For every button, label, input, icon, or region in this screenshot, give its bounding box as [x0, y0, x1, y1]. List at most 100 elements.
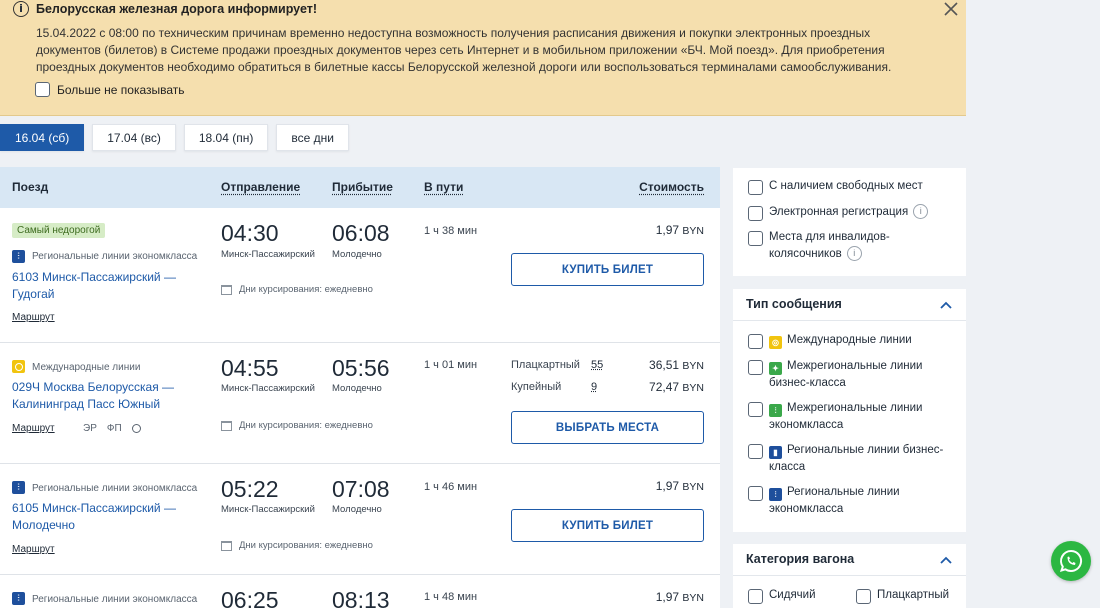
whatsapp-button[interactable]	[1051, 541, 1091, 581]
checkbox[interactable]	[748, 486, 763, 501]
filter-car-seated[interactable]: Сидячий	[748, 589, 816, 604]
checkbox[interactable]	[748, 589, 763, 604]
departure-time: 04:30	[221, 220, 279, 246]
departure-station: Минск-Пассажирский	[221, 383, 315, 394]
train-name-link[interactable]: 6103 Минск-Пассажирский — Гудогай	[12, 269, 202, 303]
running-days-text: Дни курсирования: ежедневно	[239, 420, 373, 431]
route-link[interactable]: Маршрут	[12, 423, 55, 434]
checkbox[interactable]	[35, 82, 50, 97]
travel-duration: 1 ч 48 мин	[424, 591, 478, 603]
calendar-icon	[221, 284, 232, 295]
regional-economy-icon: ⫶	[12, 250, 25, 263]
running-days: Дни курсирования: ежедневно	[221, 284, 373, 295]
notice-banner: i Белорусская железная дорога информируе…	[0, 0, 966, 116]
regional-economy-icon: ⫶	[12, 592, 25, 605]
price-currency: BYN	[682, 592, 704, 604]
table-row: ⫶ Региональные линии экономкласса 6105 М…	[0, 464, 720, 575]
tab-date-16-04[interactable]: 16.04 (сб)	[0, 124, 85, 151]
checkbox[interactable]	[748, 360, 763, 375]
table-header: Поезд Отправление Прибытие В пути Стоимо…	[0, 167, 720, 208]
price-currency: BYN	[682, 225, 704, 237]
regional-economy-icon: ⫶	[12, 481, 25, 494]
clock-icon	[131, 424, 141, 433]
table-row: Самый недорогой ⫶ Региональные линии эко…	[0, 208, 720, 343]
departure-time: 05:22	[221, 476, 279, 502]
dont-show-label: Больше не показывать	[57, 82, 185, 97]
regional-business-icon: ▮	[769, 446, 782, 459]
price-value: 36,51	[649, 358, 680, 372]
header-duration[interactable]: В пути	[424, 180, 463, 194]
tab-all-days[interactable]: все дни	[276, 124, 349, 151]
filter-wheelchair[interactable]: Места для инвалидов-колясочников i	[748, 231, 909, 263]
filter-label: ▮ Региональные линии бизнес-класса	[769, 442, 944, 476]
car-seats-platskart[interactable]: 55	[591, 359, 603, 371]
route-link[interactable]: Маршрут	[12, 544, 55, 555]
close-icon[interactable]	[942, 0, 960, 18]
filter-label: Электронная регистрация i	[769, 204, 929, 221]
filter-regional-economy[interactable]: ⫶ Региональные линии экономкласса	[748, 486, 944, 518]
checkbox[interactable]	[856, 589, 871, 604]
header-arrival[interactable]: Прибытие	[332, 180, 393, 194]
divider	[733, 320, 966, 321]
departure-station: Минск-Пассажирский	[221, 504, 315, 515]
info-icon[interactable]: i	[913, 204, 929, 220]
buy-ticket-button[interactable]: КУПИТЬ БИЛЕТ	[511, 509, 704, 542]
route-link[interactable]: Маршрут	[12, 312, 55, 323]
filter-car-platskart[interactable]: Плацкартный	[856, 589, 949, 604]
filter-interregional-economy[interactable]: ⫶ Межрегиональные линии экономкласса	[748, 402, 944, 434]
checkbox[interactable]	[748, 402, 763, 417]
price-currency: BYN	[682, 360, 704, 372]
train-table: Поезд Отправление Прибытие В пути Стоимо…	[0, 167, 720, 608]
car-type-platskart: Плацкартный	[511, 359, 580, 371]
filter-label: ✦ Межрегиональные линии бизнес-класса	[769, 358, 944, 392]
filter-section-title[interactable]: Тип сообщения	[746, 297, 842, 311]
filter-label: С наличием свободных мест	[769, 180, 923, 192]
chevron-up-icon[interactable]	[940, 556, 952, 564]
table-row: ⫶ Региональные линии экономкласса 06:25 …	[0, 575, 720, 608]
header-price[interactable]: Стоимость	[639, 180, 704, 194]
car-seats-kupe[interactable]: 9	[591, 381, 597, 393]
running-days: Дни курсирования: ежедневно	[221, 420, 373, 431]
filter-regional-business[interactable]: ▮ Региональные линии бизнес-класса	[748, 444, 944, 476]
filter-section-title[interactable]: Категория вагона	[746, 552, 854, 566]
filter-label: ◎ Международные линии	[769, 332, 912, 349]
checkbox[interactable]	[748, 334, 763, 349]
price-value: 72,47	[649, 380, 680, 394]
date-tabs: 16.04 (сб) 17.04 (вс) 18.04 (пн) все дни	[0, 124, 357, 152]
filter-label: Места для инвалидов-колясочников i	[769, 229, 909, 263]
train-type-label: Региональные линии экономкласса	[32, 251, 198, 262]
info-icon[interactable]: i	[846, 246, 862, 262]
filter-free-seats[interactable]: С наличием свободных мест	[748, 180, 923, 195]
checkbox[interactable]	[748, 206, 763, 221]
dont-show-checkbox[interactable]: Больше не показывать	[35, 82, 185, 97]
train-type-label: Региональные линии экономкласса	[32, 594, 198, 605]
departure-time: 06:25	[221, 587, 279, 608]
filter-label: ⫶ Региональные линии экономкласса	[769, 484, 944, 518]
filter-international[interactable]: ◎ Международные линии	[748, 334, 912, 349]
filter-message-type: Тип сообщения ◎ Международные линии ✦ Межр…	[733, 289, 966, 532]
checkbox[interactable]	[748, 180, 763, 195]
filter-label-text: Места для инвалидов-колясочников	[769, 231, 890, 260]
feature-fp: ФП	[106, 423, 122, 434]
international-lines-icon	[12, 360, 25, 373]
buy-ticket-button[interactable]: КУПИТЬ БИЛЕТ	[511, 253, 704, 286]
train-name-link[interactable]: 029Ч Москва Белорусская — Калининград Па…	[12, 379, 202, 413]
filter-options: С наличием свободных мест Электронная ре…	[733, 168, 966, 276]
calendar-icon	[221, 540, 232, 551]
interregional-business-icon: ✦	[769, 362, 782, 375]
tab-date-18-04[interactable]: 18.04 (пн)	[183, 124, 269, 151]
checkbox[interactable]	[748, 231, 763, 246]
header-departure[interactable]: Отправление	[221, 180, 300, 194]
departure-station: Минск-Пассажирский	[221, 249, 315, 260]
checkbox[interactable]	[748, 444, 763, 459]
chevron-up-icon[interactable]	[940, 301, 952, 309]
tab-date-17-04[interactable]: 17.04 (вс)	[92, 124, 176, 151]
divider	[733, 575, 966, 576]
interregional-economy-icon: ⫶	[769, 404, 782, 417]
filter-interregional-business[interactable]: ✦ Межрегиональные линии бизнес-класса	[748, 360, 944, 392]
filter-label-text: Региональные линии экономкласса	[769, 486, 900, 515]
filter-e-registration[interactable]: Электронная регистрация i	[748, 204, 929, 221]
train-name-link[interactable]: 6105 Минск-Пассажирский — Молодечно	[12, 500, 202, 534]
choose-seats-button[interactable]: ВЫБРАТЬ МЕСТА	[511, 411, 704, 444]
header-train: Поезд	[12, 180, 49, 194]
